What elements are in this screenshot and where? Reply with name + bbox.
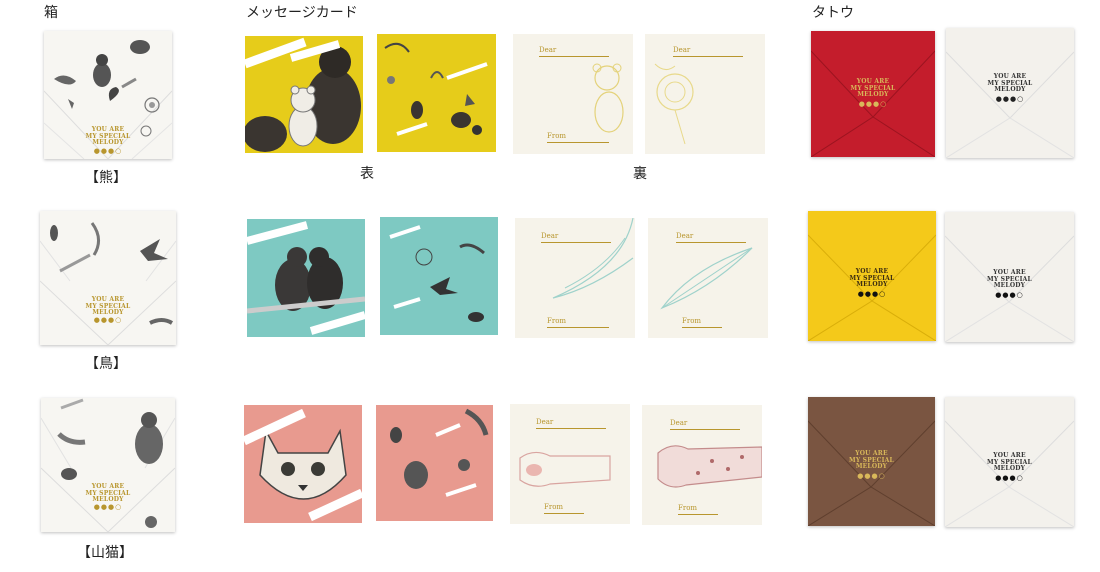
card-back-wildcat-2: Dear From bbox=[642, 405, 762, 525]
tatou-dots: ●●●○ bbox=[995, 474, 1024, 482]
card-back-wildcat-1: Dear From bbox=[510, 404, 630, 524]
flower-drawing bbox=[654, 63, 694, 145]
tatou-bird-white: YOU ARE MY SPECIAL MELODY ●●●○ bbox=[945, 212, 1074, 342]
tatou-bear-white: YOU ARE MY SPECIAL MELODY ●●●○ bbox=[946, 28, 1074, 158]
teddy-bear-drawing bbox=[592, 63, 624, 133]
tatou-dots: ●●●○ bbox=[858, 100, 888, 108]
from-label: From bbox=[544, 503, 564, 511]
tatou-header: タトウ bbox=[812, 5, 854, 21]
tatou-emblem: YOU ARE MY SPECIAL MELODY bbox=[987, 452, 1032, 472]
bird-illustration bbox=[40, 222, 176, 345]
box-wildcat: YOU ARE MY SPECIAL MELODY ●●●○ bbox=[41, 398, 175, 532]
box-emblem: YOU ARE MY SPECIAL MELODY bbox=[85, 483, 131, 503]
tatou-emblem: YOU ARE MY SPECIAL MELODY bbox=[850, 78, 896, 98]
card-back-bird-2: Dear From bbox=[648, 218, 768, 338]
box-emblem: YOU ARE MY SPECIAL MELODY bbox=[85, 126, 131, 146]
box-dots: ●●●○ bbox=[93, 316, 123, 324]
tatou-dots: ●●●○ bbox=[995, 291, 1024, 299]
tatou-emblem: YOU ARE MY SPECIAL MELODY bbox=[987, 269, 1032, 289]
from-label: From bbox=[682, 317, 702, 325]
tatou-emblem: YOU ARE MY SPECIAL MELODY bbox=[987, 73, 1033, 93]
card-front-bear-2 bbox=[377, 34, 496, 152]
row-label-bear: 【熊】 bbox=[85, 170, 127, 186]
tatou-emblem: YOU ARE MY SPECIAL MELODY bbox=[849, 268, 895, 288]
tatou-dots: ●●●○ bbox=[995, 95, 1025, 103]
card-front-bird-2 bbox=[380, 217, 498, 335]
card-front-bird-1 bbox=[247, 219, 365, 337]
from-label: From bbox=[547, 132, 567, 140]
box-header: 箱 bbox=[44, 5, 58, 21]
box-bear: YOU ARE MY SPECIAL MELODY ●●●○ bbox=[44, 31, 172, 159]
bear-pattern-illustration bbox=[384, 42, 488, 136]
tatou-emblem: YOU ARE MY SPECIAL MELODY bbox=[849, 450, 894, 470]
from-label: From bbox=[678, 504, 698, 512]
wildcat-face-illustration bbox=[244, 408, 362, 522]
bear-card-illustration bbox=[245, 37, 361, 152]
tatou-bear-color: YOU ARE MY SPECIAL MELODY ●●●○ bbox=[811, 31, 935, 157]
tatou-wildcat-white: YOU ARE MY SPECIAL MELODY ●●●○ bbox=[945, 397, 1074, 527]
box-emblem: YOU ARE MY SPECIAL MELODY bbox=[85, 296, 131, 316]
wildcat-pattern-illustration bbox=[390, 408, 489, 497]
tatou-wildcat-color: YOU ARE MY SPECIAL MELODY ●●●○ bbox=[808, 397, 935, 526]
paw-drawing bbox=[519, 451, 611, 487]
card-back-bear-1: Dear From bbox=[513, 34, 633, 154]
card-back-bear-2: Dear bbox=[645, 34, 765, 154]
wildcat-illustration bbox=[41, 398, 175, 532]
spotted-leg-drawing bbox=[657, 445, 762, 488]
message-card-header: メッセージカード bbox=[246, 5, 358, 21]
box-dots: ●●●○ bbox=[93, 503, 123, 511]
box-dots: ●●●○ bbox=[93, 147, 123, 155]
card-front-wildcat-1 bbox=[244, 405, 362, 523]
from-label: From bbox=[547, 317, 567, 325]
row-label-bird: 【鳥】 bbox=[85, 356, 127, 372]
tatou-dots: ●●●○ bbox=[857, 290, 887, 298]
card-front-bear-1 bbox=[245, 36, 363, 153]
back-caption: 裏 bbox=[633, 166, 647, 182]
card-front-wildcat-2 bbox=[376, 405, 493, 521]
tatou-bird-color: YOU ARE MY SPECIAL MELODY ●●●○ bbox=[808, 211, 936, 341]
box-bird: YOU ARE MY SPECIAL MELODY ●●●○ bbox=[40, 211, 176, 345]
crows-illustration bbox=[247, 221, 365, 335]
row-label-wildcat: 【山猫】 bbox=[77, 545, 133, 561]
wing-drawing bbox=[552, 218, 634, 299]
card-back-bird-1: Dear From bbox=[515, 218, 635, 338]
feather-drawing bbox=[660, 247, 753, 310]
bird-pattern-illustration bbox=[389, 225, 485, 322]
tatou-dots: ●●●○ bbox=[857, 472, 886, 480]
front-caption: 表 bbox=[360, 166, 374, 182]
